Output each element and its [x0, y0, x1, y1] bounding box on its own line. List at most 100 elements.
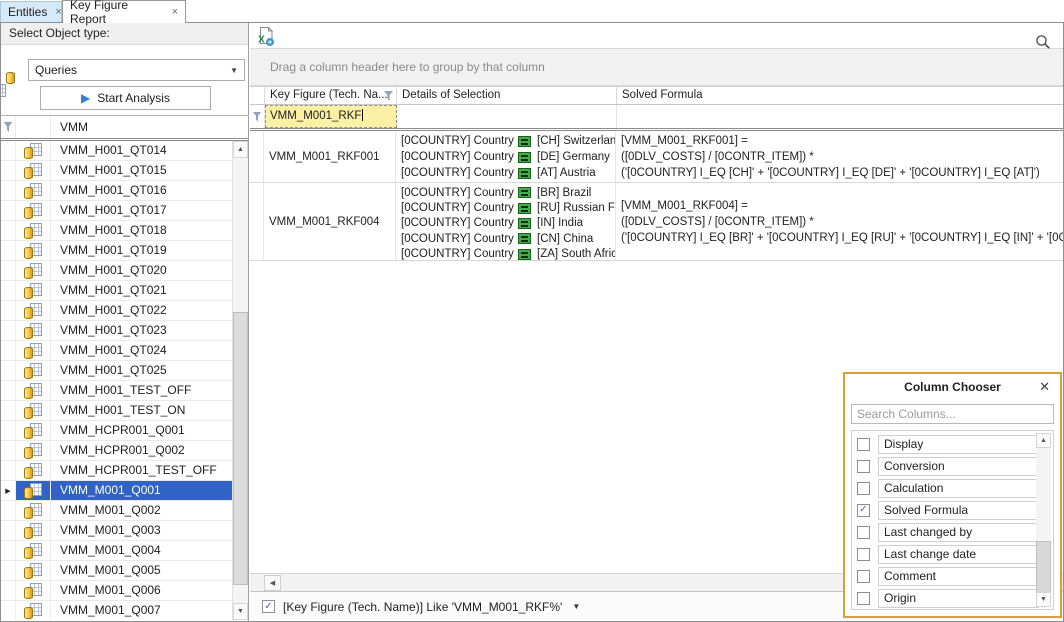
- scroll-up-icon[interactable]: ▲: [233, 141, 248, 158]
- list-item[interactable]: VMM_M001_Q006: [1, 581, 232, 601]
- row-indicator: [1, 241, 16, 260]
- tab-entities[interactable]: Entities ×: [0, 1, 62, 22]
- row-indicator: [1, 181, 16, 200]
- dimension-label: [0COUNTRY] Country: [401, 248, 518, 260]
- query-icon: [24, 503, 42, 519]
- close-icon[interactable]: ✕: [1039, 374, 1050, 400]
- column-option[interactable]: Comment: [852, 565, 1053, 587]
- list-item-label: VMM_H001_QT017: [51, 201, 232, 220]
- popup-title-bar: Column Chooser ✕: [845, 374, 1060, 400]
- list-item[interactable]: VMM_M001_Q003: [1, 521, 232, 541]
- column-option-label: Display: [878, 435, 1039, 454]
- scroll-up-icon[interactable]: ▲: [1036, 433, 1051, 448]
- list-item[interactable]: VMM_H001_QT021: [1, 281, 232, 301]
- object-type-dropdown[interactable]: Queries ▼: [28, 59, 245, 81]
- query-icon: [24, 463, 42, 479]
- selection-value: [DE] Germany: [537, 151, 610, 163]
- scrollbar-thumb[interactable]: [233, 312, 248, 585]
- query-icon: [24, 523, 42, 539]
- scroll-down-icon[interactable]: ▼: [1036, 592, 1051, 607]
- column-checkbox[interactable]: [857, 526, 870, 539]
- table-row[interactable]: VMM_M001_RKF001 [0COUNTRY] Country[CH] S…: [250, 131, 1063, 183]
- column-checkbox[interactable]: [857, 592, 870, 605]
- close-icon[interactable]: ×: [47, 6, 61, 18]
- key-figure-filter-input[interactable]: VMM_M001_RKF: [265, 105, 397, 128]
- column-checkbox[interactable]: [857, 548, 870, 561]
- column-header-solved-formula[interactable]: Solved Formula: [617, 87, 1063, 104]
- chooser-scrollbar[interactable]: ▲ ▼: [1036, 433, 1051, 607]
- list-item[interactable]: VMM_H001_TEST_OFF: [1, 381, 232, 401]
- list-item[interactable]: VMM_HCPR001_Q002: [1, 441, 232, 461]
- column-checkbox[interactable]: [857, 570, 870, 583]
- start-analysis-button[interactable]: ▶ Start Analysis: [40, 86, 211, 110]
- filter-enabled-checkbox[interactable]: ✓: [262, 600, 275, 613]
- column-option[interactable]: ✓Solved Formula: [852, 499, 1053, 521]
- search-icon[interactable]: [1035, 34, 1051, 53]
- column-checkbox-checked[interactable]: ✓: [857, 504, 870, 517]
- column-option[interactable]: Display: [852, 433, 1053, 455]
- list-scrollbar[interactable]: ▲ ▼: [232, 141, 248, 620]
- list-item[interactable]: VMM_M001_Q007: [1, 601, 232, 620]
- scrollbar-thumb[interactable]: [1036, 541, 1051, 599]
- list-item[interactable]: VMM_H001_QT016: [1, 181, 232, 201]
- table-row[interactable]: VMM_M001_RKF004 [0COUNTRY] Country[BR] B…: [250, 183, 1063, 261]
- list-item[interactable]: VMM_H001_QT024: [1, 341, 232, 361]
- row-indicator: [1, 261, 16, 280]
- column-option[interactable]: Calculation: [852, 477, 1053, 499]
- tree-filter-input[interactable]: VMM: [51, 116, 248, 138]
- column-checkbox[interactable]: [857, 438, 870, 451]
- include-equal-icon: [518, 168, 531, 179]
- column-checkbox[interactable]: [857, 482, 870, 495]
- list-item[interactable]: VMM_H001_QT022: [1, 301, 232, 321]
- list-item[interactable]: VMM_H001_QT020: [1, 261, 232, 281]
- column-option-label: Origin: [878, 589, 1039, 608]
- query-icon-cell: [16, 461, 51, 480]
- column-option[interactable]: Last change date: [852, 543, 1053, 565]
- row-indicator: [1, 341, 16, 360]
- scroll-down-icon[interactable]: ▼: [233, 603, 248, 620]
- popup-title: Column Chooser: [904, 380, 1001, 394]
- column-option[interactable]: Conversion: [852, 455, 1053, 477]
- formula-line: ([0DLV_COSTS] / [0CONTR_ITEM]) *: [621, 149, 1063, 165]
- selection-value: [CH] Switzerland: [537, 135, 616, 147]
- list-item-label: VMM_H001_QT020: [51, 261, 232, 280]
- column-checkbox[interactable]: [857, 460, 870, 473]
- list-item[interactable]: VMM_H001_QT014: [1, 141, 232, 161]
- list-item[interactable]: VMM_HCPR001_Q001: [1, 421, 232, 441]
- list-item[interactable]: VMM_H001_QT023: [1, 321, 232, 341]
- details-filter-cell[interactable]: [397, 105, 617, 128]
- query-icon-cell: [16, 581, 51, 600]
- list-item[interactable]: VMM_HCPR001_TEST_OFF: [1, 461, 232, 481]
- list-item[interactable]: VMM_H001_QT018: [1, 221, 232, 241]
- active-filter-text[interactable]: [Key Figure (Tech. Name)] Like 'VMM_M001…: [283, 600, 562, 614]
- list-item[interactable]: VMM_H001_QT019: [1, 241, 232, 261]
- list-item[interactable]: VMM_H001_QT017: [1, 201, 232, 221]
- scroll-left-icon[interactable]: ◀: [264, 575, 281, 591]
- list-item-selected[interactable]: ▶VMM_M001_Q001: [1, 481, 232, 501]
- column-option-label: Last changed by: [878, 523, 1039, 542]
- list-item[interactable]: VMM_M001_Q002: [1, 501, 232, 521]
- list-item-label: VMM_HCPR001_Q002: [51, 441, 232, 460]
- list-item-label: VMM_M001_Q005: [51, 561, 232, 580]
- column-list: Display Conversion Calculation ✓Solved F…: [851, 430, 1054, 610]
- search-columns-input[interactable]: [851, 404, 1054, 424]
- column-header-details[interactable]: Details of Selection: [397, 87, 617, 104]
- list-item[interactable]: VMM_H001_QT015: [1, 161, 232, 181]
- list-item[interactable]: VMM_H001_TEST_ON: [1, 401, 232, 421]
- list-item[interactable]: VMM_M001_Q004: [1, 541, 232, 561]
- list-item[interactable]: VMM_M001_Q005: [1, 561, 232, 581]
- filter-input-value: VMM_M001_RKF: [270, 110, 361, 122]
- list-item[interactable]: VMM_H001_QT025: [1, 361, 232, 381]
- column-header-key-figure[interactable]: Key Figure (Tech. Na...: [265, 87, 397, 104]
- close-icon[interactable]: ×: [164, 6, 178, 18]
- tab-key-figure-report[interactable]: Key Figure Report ×: [62, 0, 186, 23]
- column-option[interactable]: Origin: [852, 587, 1053, 609]
- column-option[interactable]: Last changed by: [852, 521, 1053, 543]
- query-icon-cell: [16, 141, 51, 160]
- export-to-excel-button[interactable]: X: [254, 25, 276, 47]
- filter-icon-cell[interactable]: [16, 116, 51, 138]
- filter-dropdown-icon[interactable]: ▼: [572, 602, 580, 611]
- group-by-panel[interactable]: Drag a column header here to group by th…: [250, 48, 1063, 86]
- row-indicator: [1, 301, 16, 320]
- formula-filter-cell[interactable]: [617, 105, 1063, 128]
